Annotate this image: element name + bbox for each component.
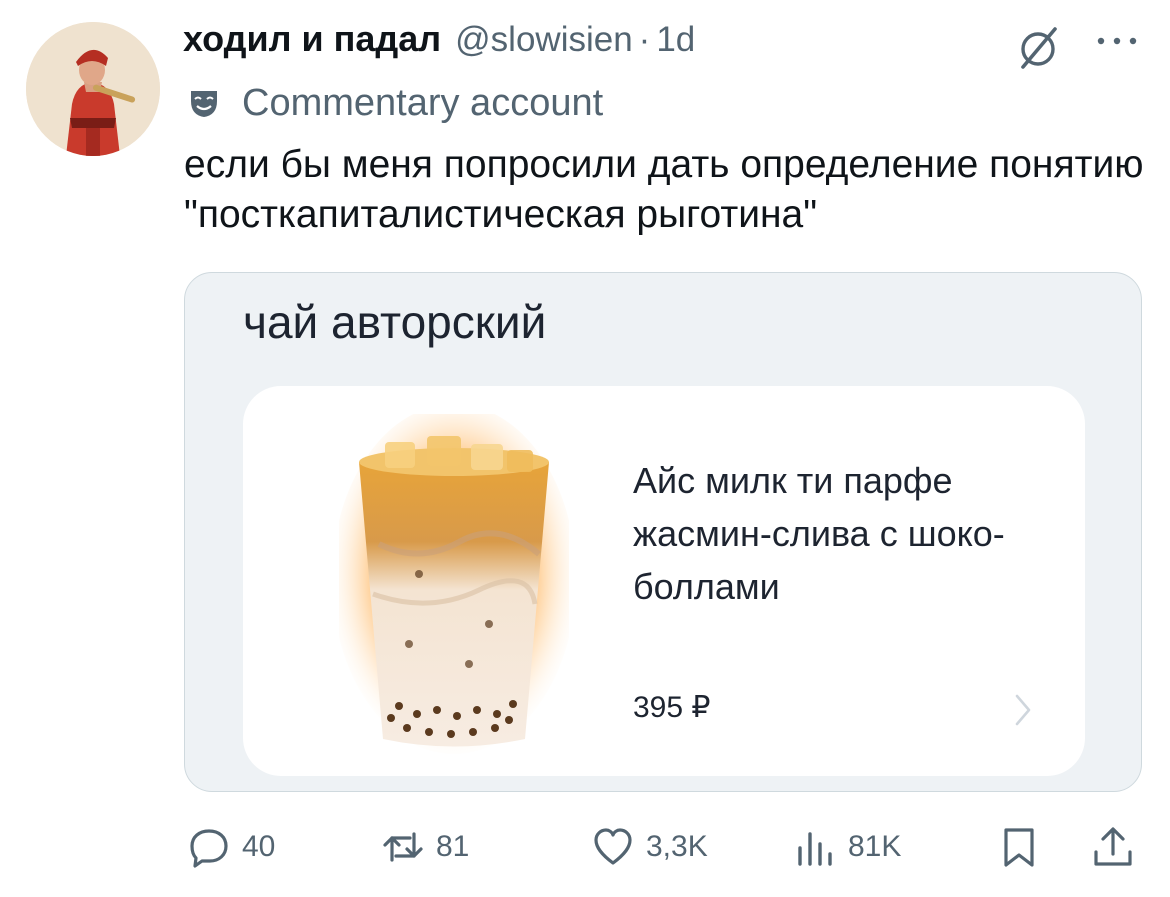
like-icon — [594, 828, 632, 865]
account-label-text: Commentary account — [242, 81, 604, 124]
share-button[interactable] — [1092, 812, 1134, 882]
account-label[interactable]: Commentary account — [188, 80, 603, 126]
retweet-icon — [383, 832, 423, 862]
product-name: Айс милк ти парфе жасмин-слива с шоко-бо… — [633, 460, 1005, 607]
avatar[interactable] — [26, 22, 160, 156]
bookmark-button[interactable] — [998, 812, 1040, 882]
display-name[interactable]: ходил и падал — [183, 18, 441, 60]
separator-dot: · — [638, 20, 651, 59]
user-handle[interactable]: @slowisien — [455, 20, 633, 60]
tweet-media[interactable]: чай авторский Айс милк ти парфе жасмин-с… — [184, 272, 1142, 792]
action-bar: 40 81 3,3K 81K — [0, 812, 1170, 882]
views-icon — [798, 832, 832, 866]
timestamp[interactable]: 1d — [656, 20, 695, 60]
tweet-header: ходил и падал @slowisien · 1d — [183, 18, 695, 68]
more-icon[interactable] — [1094, 26, 1140, 56]
reply-button[interactable]: 40 — [188, 812, 275, 882]
product-price: 395 ₽ — [633, 691, 711, 724]
tweet-text: если бы меня попросили дать определение … — [184, 143, 1144, 236]
views-button[interactable]: 81K — [794, 812, 901, 882]
like-button[interactable]: 3,3K — [592, 812, 708, 882]
drink-image — [339, 414, 569, 754]
bookmark-icon — [1004, 828, 1034, 867]
retweet-count: 81 — [436, 830, 470, 863]
share-icon — [1094, 827, 1132, 866]
retweet-button[interactable]: 81 — [382, 812, 469, 882]
chevron-right-icon — [1015, 694, 1031, 726]
like-count: 3,3K — [646, 830, 708, 863]
media-title: чай авторский — [243, 296, 547, 348]
reply-count: 40 — [242, 830, 276, 863]
theater-mask-icon — [191, 91, 217, 117]
grok-icon[interactable] — [1014, 24, 1062, 72]
reply-icon — [190, 829, 228, 868]
product-card: Айс милк ти парфе жасмин-слива с шоко-бо… — [243, 386, 1085, 776]
views-count: 81K — [848, 830, 902, 863]
